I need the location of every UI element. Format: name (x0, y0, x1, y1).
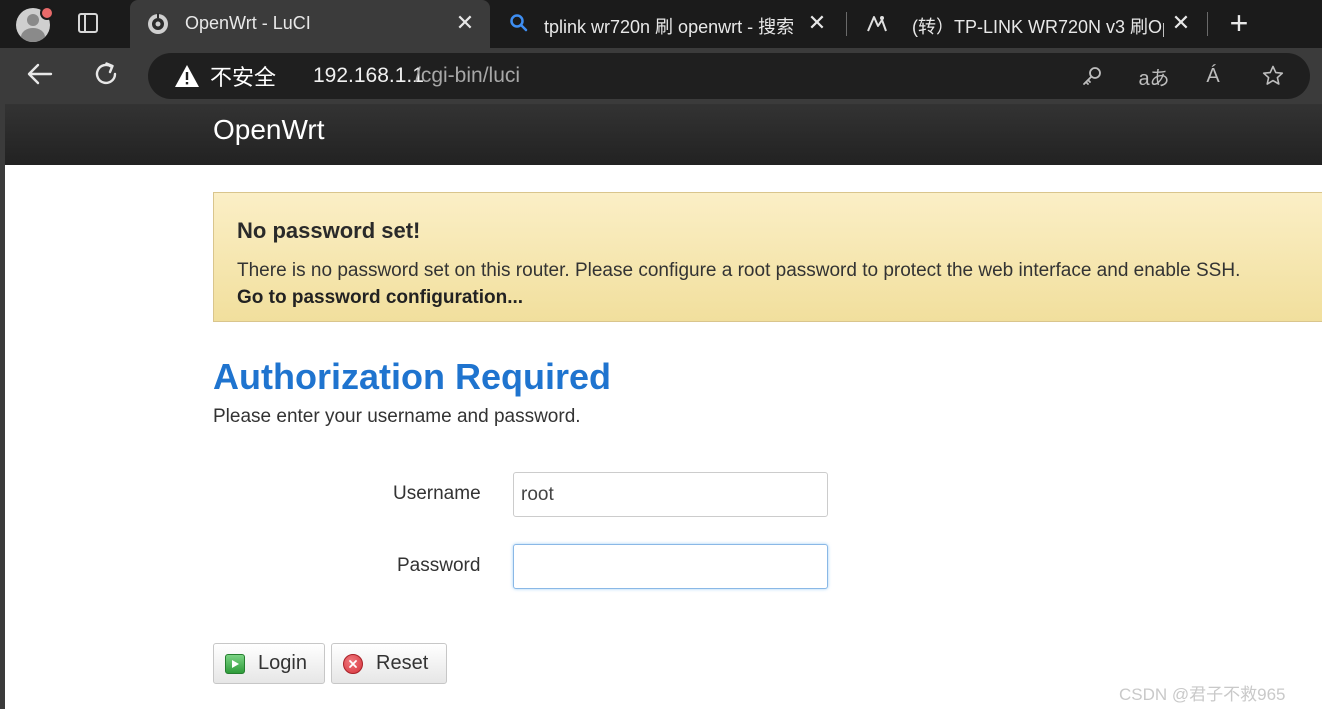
login-play-icon (225, 653, 245, 674)
alert-title: No password set! (237, 218, 421, 243)
security-label: 不安全 (210, 65, 277, 90)
csdn-watermark: CSDN @君子不救965 (1119, 685, 1286, 704)
openwrt-favicon-icon (146, 12, 170, 36)
key-icon[interactable] (1080, 64, 1104, 88)
openwrt-header: OpenWrt (5, 104, 1322, 165)
search-icon (509, 13, 529, 33)
close-tab-icon[interactable]: ✕ (454, 12, 476, 34)
translate-icon[interactable]: aあ (1138, 64, 1170, 90)
address-bar[interactable]: 不安全 192.168.1.1 /cgi-bin/luci aあ Á (148, 53, 1310, 99)
back-button[interactable] (22, 58, 58, 94)
login-button[interactable]: Login (213, 643, 325, 684)
reload-button[interactable] (88, 58, 124, 94)
tab-search[interactable]: tplink wr720n 刷 openwrt - 搜索 ✕ (492, 0, 842, 48)
browser-chrome: OpenWrt - LuCI ✕ tplink wr720n 刷 openwrt… (0, 0, 1322, 104)
profile-shoulders (21, 28, 45, 42)
auth-description: Please enter your username and password. (213, 406, 581, 427)
tab-separator (846, 12, 847, 36)
tab-title: tplink wr720n 刷 openwrt - 搜索 (544, 17, 795, 37)
login-label: Login (258, 652, 307, 674)
close-tab-icon[interactable]: ✕ (1170, 12, 1192, 34)
tab-strip: OpenWrt - LuCI ✕ tplink wr720n 刷 openwrt… (0, 0, 1322, 48)
url-path: /cgi-bin/luci (415, 64, 521, 87)
password-input[interactable] (513, 544, 828, 589)
page-viewport: OpenWrt No password set! There is no pas… (0, 104, 1322, 709)
profile-notification-dot (40, 6, 54, 20)
reset-button[interactable]: Reset (331, 643, 447, 684)
reset-x-icon (343, 653, 363, 674)
no-password-alert: No password set! There is no password se… (213, 192, 1322, 322)
tab-title: OpenWrt - LuCI (185, 13, 311, 33)
tab-tp-link-article[interactable]: (转）TP-LINK WR720N v3 刷Op ✕ (848, 0, 1206, 48)
browser-toolbar: 不安全 192.168.1.1 /cgi-bin/luci aあ Á (0, 48, 1322, 104)
new-tab-button[interactable]: + (1226, 7, 1252, 39)
tab-actions-icon[interactable] (78, 13, 98, 33)
page-title: Authorization Required (213, 356, 611, 397)
read-aloud-icon[interactable]: Á (1201, 64, 1225, 88)
password-config-link[interactable]: Go to password configuration... (237, 287, 523, 309)
profile-head (27, 14, 39, 26)
username-label: Username (393, 483, 481, 504)
url-host: 192.168.1.1 (313, 64, 424, 87)
username-input[interactable] (513, 472, 828, 517)
reload-icon (92, 60, 120, 93)
tab-title: (转）TP-LINK WR720N v3 刷Op (912, 17, 1164, 37)
brand-logo-text[interactable]: OpenWrt (213, 114, 325, 146)
reset-label: Reset (376, 652, 429, 674)
warning-triangle-icon (174, 64, 200, 88)
alert-text: There is no password set on this router.… (237, 260, 1241, 281)
csdn-favicon-icon (864, 11, 890, 37)
star-icon[interactable] (1261, 64, 1285, 88)
password-label: Password (397, 555, 481, 576)
tab-separator (1207, 12, 1208, 36)
tab-openwrt-luci[interactable]: OpenWrt - LuCI ✕ (130, 0, 490, 48)
back-arrow-icon (26, 60, 54, 93)
close-tab-icon[interactable]: ✕ (806, 12, 828, 34)
